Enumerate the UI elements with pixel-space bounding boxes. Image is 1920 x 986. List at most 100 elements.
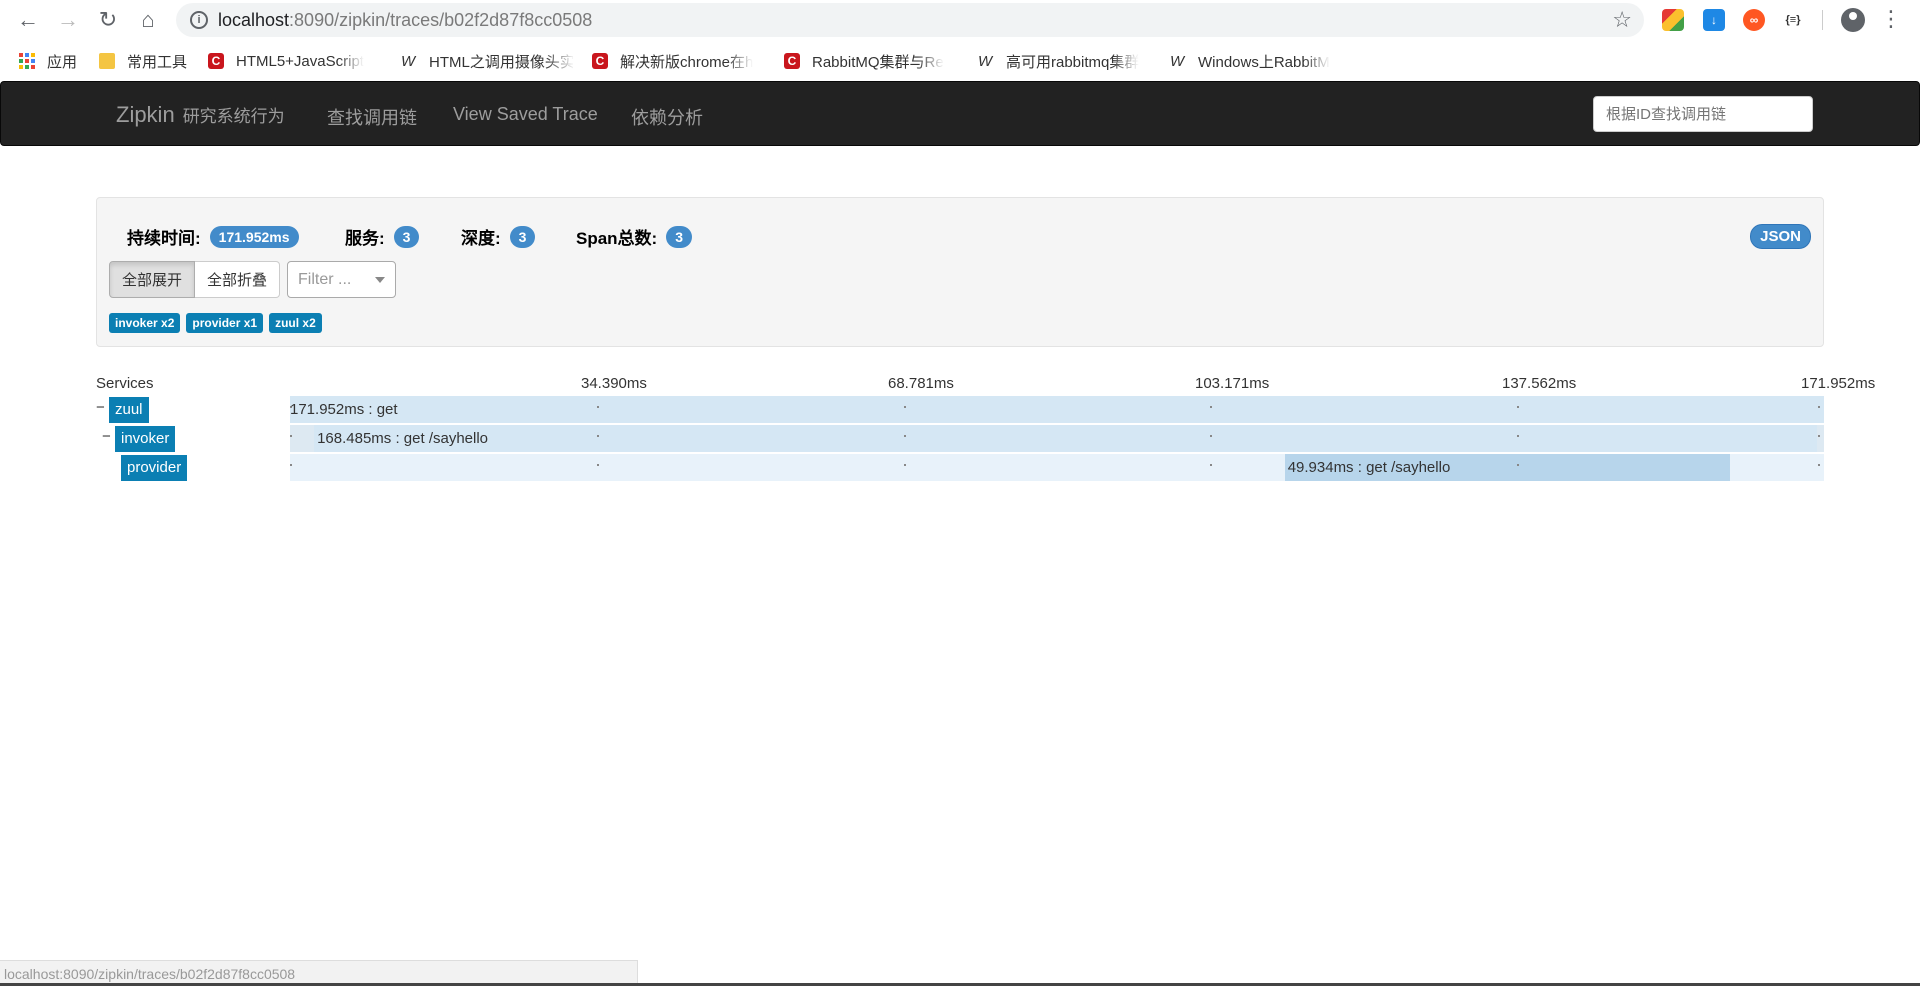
bookmark-apps[interactable]: 应用 (19, 51, 77, 71)
chevron-down-icon (375, 277, 385, 283)
tick-marker (903, 435, 906, 437)
span-duration-bar[interactable] (290, 396, 1824, 423)
back-icon[interactable]: ← (14, 6, 42, 34)
span-service-name: zuul (109, 397, 149, 423)
brand-title: Zipkin (116, 102, 175, 127)
bookmark-label: HTML5+JavaScript (236, 52, 364, 70)
tick-marker (1210, 406, 1213, 408)
bookmark-windows-rabbitmq[interactable]: W Windows上RabbitM (1170, 51, 1346, 71)
service-tag-zuul[interactable]: zuul x2 (269, 313, 322, 333)
row-expander-icon[interactable]: − (96, 399, 105, 416)
time-tick: 68.781ms (888, 375, 954, 392)
collapse-all-button[interactable]: 全部折叠 (195, 261, 281, 298)
tick-marker (903, 464, 906, 466)
time-tick: 137.562ms (1502, 375, 1577, 392)
bookmark-star-icon[interactable]: ☆ (1612, 7, 1632, 33)
depth-label: 深度: (461, 229, 501, 248)
filter-placeholder: Filter ... (298, 271, 352, 288)
services-header: Services (96, 375, 154, 392)
toolbar-divider (1822, 10, 1823, 30)
depth-badge: 3 (509, 225, 536, 248)
bookmark-label: 常用工具 (127, 53, 188, 71)
bookmark-label: 应用 (47, 53, 78, 71)
brand-subtitle: 研究系统行为 (182, 107, 285, 126)
services-label: 服务: (345, 229, 385, 248)
span-row[interactable]: provider 49.934ms : get /sayhello (96, 454, 1824, 481)
span-count-stat: Span总数: 3 (576, 224, 693, 249)
bookmark-rabbitmq-cluster[interactable]: C RabbitMQ集群与Re (784, 51, 956, 71)
download-extension-icon[interactable]: ↓ (1703, 9, 1725, 31)
tick-marker (290, 435, 292, 437)
trace-timeline: Services 34.390ms 68.781ms 103.171ms 137… (96, 372, 1876, 482)
span-service-name: provider (121, 455, 188, 481)
bookmark-html-camera[interactable]: W HTML之调用摄像头实 (401, 51, 573, 71)
tick-marker (290, 464, 292, 466)
span-label: 49.934ms : get /sayhello (1287, 459, 1451, 476)
bookmark-chrome-fix[interactable]: C 解决新版chrome在h (592, 51, 762, 71)
span-row[interactable]: − zuul 171.952ms : get (96, 396, 1824, 423)
row-expander-icon[interactable]: − (102, 428, 111, 445)
home-icon[interactable]: ⌂ (134, 6, 162, 34)
expand-collapse-group: 全部展开 全部折叠 (109, 261, 281, 298)
bookmarks-bar: 应用 常用工具 C HTML5+JavaScript W HTML之调用摄像头实… (0, 40, 1920, 80)
infinity-extension-icon[interactable]: ∞ (1743, 9, 1765, 31)
browser-toolbar: ← → ↻ ⌂ i localhost:8090/zipkin/traces/b… (0, 0, 1920, 40)
tick-marker (1517, 435, 1520, 437)
tick-marker (1517, 406, 1520, 408)
service-tag-provider[interactable]: provider x1 (186, 313, 264, 333)
span-track: 168.485ms : get /sayhello (290, 425, 1824, 452)
wiki-icon: W (1170, 52, 1185, 70)
bookmark-label: Windows上RabbitM (1198, 53, 1330, 71)
csdn-icon: C (592, 53, 608, 69)
span-duration-bar[interactable] (314, 425, 1818, 452)
services-badge: 3 (393, 225, 420, 248)
span-row[interactable]: − invoker 168.485ms : get /sayhello (96, 425, 1824, 452)
service-filter-select[interactable]: Filter ... (287, 261, 396, 298)
span-count-badge: 3 (666, 225, 693, 248)
time-tick: 103.171ms (1195, 375, 1270, 392)
apps-icon (19, 53, 35, 69)
tick-marker (596, 406, 599, 408)
bookmark-ha-rabbitmq[interactable]: W 高可用rabbitmq集群 (978, 51, 1150, 71)
tick-marker (1818, 435, 1820, 437)
site-info-icon[interactable]: i (190, 11, 208, 29)
json-viewer-extension-icon[interactable]: {≡} (1782, 9, 1804, 31)
duration-badge: 171.952ms (209, 225, 299, 248)
service-tag-invoker[interactable]: invoker x2 (109, 313, 181, 333)
time-tick: 34.390ms (581, 375, 647, 392)
menu-kebab-icon[interactable]: ⋮ (1880, 6, 1902, 32)
json-button[interactable]: JSON (1750, 224, 1811, 249)
duration-label: 持续时间: (127, 229, 201, 248)
trace-id-search-input[interactable] (1593, 96, 1813, 132)
span-label: 171.952ms : get (290, 401, 398, 418)
bookmark-html5-js[interactable]: C HTML5+JavaScript (208, 51, 378, 71)
expand-all-button[interactable]: 全部展开 (109, 261, 196, 298)
wiki-icon: W (401, 52, 416, 70)
span-service-name: invoker (115, 426, 176, 452)
brand-link[interactable]: Zipkin 研究系统行为 (116, 102, 285, 128)
tick-marker (596, 435, 599, 437)
forward-icon[interactable]: → (54, 6, 82, 34)
extension-colorful-icon[interactable] (1662, 9, 1684, 31)
tick-marker (1517, 464, 1520, 466)
profile-avatar-icon[interactable] (1841, 8, 1865, 32)
bookmark-folder-tools[interactable]: 常用工具 (99, 51, 187, 71)
address-url[interactable]: localhost:8090/zipkin/traces/b02f2d87f8c… (218, 10, 592, 31)
tick-marker (596, 464, 599, 466)
nav-find-traces[interactable]: 查找调用链 (327, 104, 417, 130)
time-tick: 171.952ms (1801, 375, 1876, 392)
span-track: 49.934ms : get /sayhello (290, 454, 1824, 481)
csdn-icon: C (784, 53, 800, 69)
reload-icon[interactable]: ↻ (94, 6, 122, 34)
zipkin-navbar: Zipkin 研究系统行为 查找调用链 View Saved Trace 依赖分析 (0, 81, 1920, 146)
tick-marker (1210, 464, 1213, 466)
span-count-label: Span总数: (576, 229, 658, 248)
nav-dependencies[interactable]: 依赖分析 (631, 104, 703, 130)
depth-stat: 深度: 3 (461, 224, 536, 249)
trace-summary-panel: 持续时间: 171.952ms 服务: 3 深度: 3 Span总数: 3 JS… (96, 197, 1824, 347)
tick-marker (903, 406, 906, 408)
nav-view-saved-trace[interactable]: View Saved Trace (453, 104, 598, 125)
service-tags: invoker x2 provider x1 zuul x2 (109, 313, 322, 333)
bookmark-label: RabbitMQ集群与Re (812, 53, 944, 71)
address-bar[interactable]: i localhost:8090/zipkin/traces/b02f2d87f… (176, 3, 1644, 37)
